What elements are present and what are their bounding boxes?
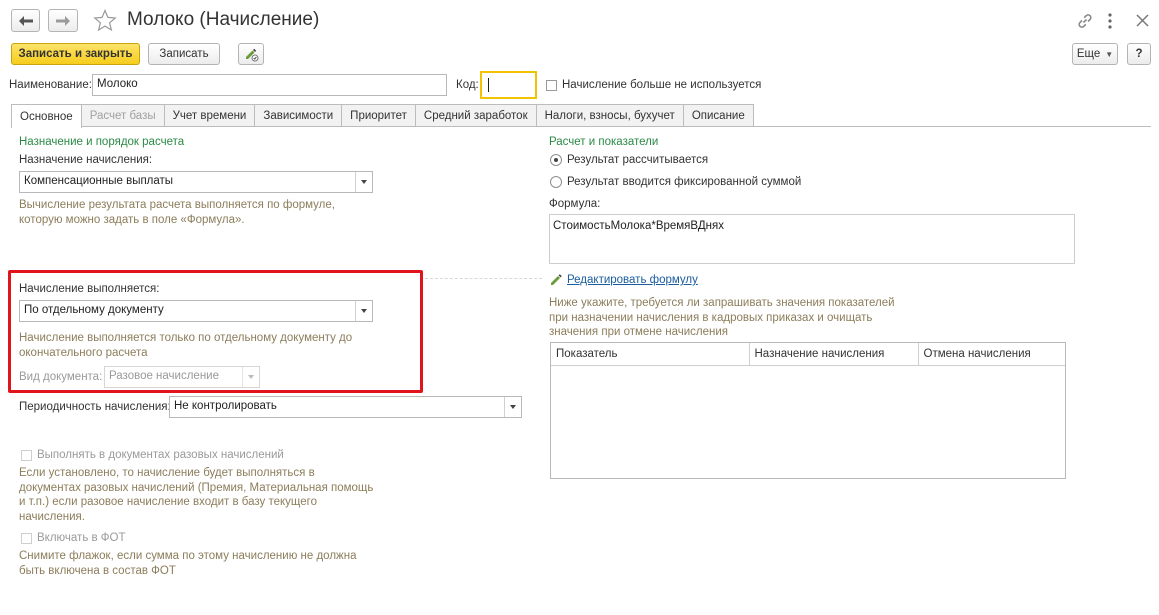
radio-calculated[interactable]	[550, 154, 562, 166]
pencil-check-icon	[246, 48, 259, 62]
code-field[interactable]	[480, 71, 537, 99]
formula-field[interactable]: СтоимостьМолока*ВремяВДнях	[549, 214, 1075, 264]
purpose-select[interactable]: Компенсационные выплаты	[19, 171, 373, 193]
more-vertical-icon[interactable]	[1105, 12, 1115, 30]
star-icon[interactable]	[93, 9, 117, 32]
fot-checkbox	[21, 533, 32, 544]
more-menu-button[interactable]: Еще ▼	[1072, 43, 1118, 65]
tab-base-calculation[interactable]: Расчет базы	[80, 104, 165, 127]
one-time-hint: Если установлено, то начисление будет вы…	[19, 467, 374, 523]
periodicity-select[interactable]: Не контролировать	[169, 396, 522, 418]
one-time-label: Выполнять в документах разовых начислени…	[37, 449, 284, 461]
forward-button[interactable]	[48, 9, 78, 32]
tab-average-earnings[interactable]: Средний заработок	[414, 104, 537, 127]
unused-checkbox[interactable]	[546, 80, 557, 91]
more-menu-label: Еще	[1076, 48, 1101, 60]
radio-calculated-label: Результат рассчитывается	[567, 154, 709, 166]
page-title: Молоко (Начисление)	[127, 9, 320, 30]
edit-indicator-button[interactable]	[238, 43, 264, 65]
tab-bar: Основное Расчет базы Учет времени Зависи…	[11, 104, 754, 128]
highlight-box	[8, 270, 423, 393]
indicators-table-grid: Показатель Назначение начисления Отмена …	[551, 343, 1065, 366]
indicators-hint: Ниже укажите, требуется ли запрашивать з…	[549, 297, 895, 338]
unused-label: Начисление больше не используется	[562, 79, 762, 91]
periodicity-select-value: Не контролировать	[174, 400, 277, 412]
tab-dependencies[interactable]: Зависимости	[254, 104, 343, 127]
tab-taxes[interactable]: Налоги, взносы, бухучет	[535, 104, 684, 127]
column-header-indicator[interactable]: Показатель	[551, 343, 750, 366]
save-and-close-button[interactable]: Записать и закрыть	[11, 43, 140, 65]
dropdown-arrow-icon[interactable]	[355, 172, 372, 192]
dropdown-arrow-icon[interactable]	[504, 397, 521, 417]
purpose-hint: Вычисление результата расчета выполняетс…	[19, 199, 335, 226]
arrow-right-icon	[56, 15, 70, 26]
column-header-assignment[interactable]: Назначение начисления	[749, 343, 919, 366]
pencil-icon	[551, 274, 562, 285]
periodicity-label: Периодичность начисления:	[19, 401, 171, 413]
purpose-label: Назначение начисления:	[19, 154, 153, 166]
save-button[interactable]: Записать	[148, 43, 220, 65]
tab-separator	[11, 126, 1151, 127]
one-time-checkbox	[21, 450, 32, 461]
formula-label: Формула:	[549, 198, 601, 210]
tab-description[interactable]: Описание	[682, 104, 754, 127]
code-label: Код:	[456, 79, 479, 91]
text-cursor	[488, 78, 489, 92]
name-field[interactable]: Молоко	[92, 74, 447, 96]
radio-fixed[interactable]	[550, 176, 562, 188]
tab-priority[interactable]: Приоритет	[341, 104, 416, 127]
tab-time-accounting[interactable]: Учет времени	[163, 104, 256, 127]
purpose-select-value: Компенсационные выплаты	[24, 175, 174, 187]
help-button[interactable]: ?	[1127, 43, 1151, 65]
arrow-left-icon	[18, 15, 33, 26]
calculation-section-title: Расчет и показатели	[549, 136, 659, 148]
radio-fixed-label: Результат вводится фиксированной суммой	[567, 176, 802, 188]
edit-formula-link[interactable]: Редактировать формулу	[567, 274, 698, 286]
dashed-divider	[420, 278, 542, 279]
name-label: Наименование:	[9, 79, 92, 91]
indicators-table[interactable]: Показатель Назначение начисления Отмена …	[550, 342, 1066, 479]
table-header-row: Показатель Назначение начисления Отмена …	[551, 343, 1065, 366]
link-icon[interactable]	[1076, 12, 1094, 30]
column-header-cancellation[interactable]: Отмена начисления	[918, 343, 1065, 366]
chevron-down-icon: ▼	[1105, 49, 1114, 59]
fot-hint: Снимите флажок, если сумма по этому начи…	[19, 550, 357, 577]
tab-main[interactable]: Основное	[11, 104, 82, 128]
close-icon[interactable]	[1136, 14, 1149, 27]
back-button[interactable]	[11, 9, 40, 32]
fot-label: Включать в ФОТ	[37, 532, 126, 544]
purpose-section-title: Назначение и порядок расчета	[19, 136, 185, 148]
